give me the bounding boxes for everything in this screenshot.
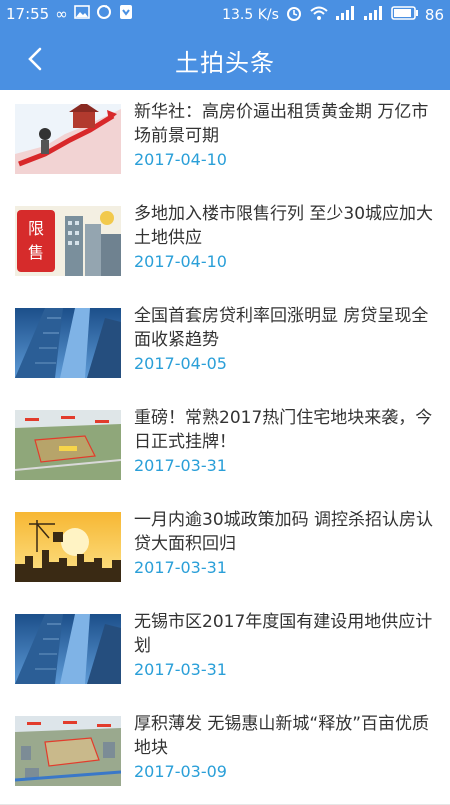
image-icon — [73, 5, 90, 23]
battery-icon — [391, 6, 419, 24]
article-item[interactable]: 一月内逾30城政策加码 调控杀招认房认贷大面积回归 2017-03-31 — [0, 498, 450, 601]
article-item[interactable]: 全国首套房贷利率回涨明显 房贷呈现全面收紧趋势 2017-04-05 — [0, 294, 450, 397]
article-date: 2017-03-09 — [134, 762, 227, 781]
article-thumbnail — [15, 614, 121, 684]
article-item[interactable]: 新华社：高房价逼出租赁黄金期 万亿市场前景可期 2017-04-10 — [0, 90, 450, 193]
article-thumbnail — [15, 716, 121, 786]
article-date: 2017-03-31 — [134, 660, 227, 679]
article-date: 2017-03-31 — [134, 558, 227, 577]
infinity-icon: ∞ — [55, 5, 68, 23]
app-bar: 土拍头条 — [0, 28, 450, 90]
svg-text:售: 售 — [28, 243, 44, 262]
article-date: 2017-04-10 — [134, 252, 227, 271]
sync-icon — [96, 4, 112, 24]
article-item[interactable]: 限 售 多地加入楼市限售行列 至少30城应加大土地供应 2017-04-10 — [0, 192, 450, 295]
wifi-icon — [309, 5, 329, 25]
article-headline: 新华社：高房价逼出租赁黄金期 万亿市场前景可期 — [134, 102, 429, 146]
article-headline: 多地加入楼市限售行列 至少30城应加大土地供应 — [134, 204, 434, 248]
article-item[interactable]: 无锡市区2017年度国有建设用地供应计划 2017-03-31 — [0, 600, 450, 703]
article-headline: 重磅！常熟2017热门住宅地块来袭，今日正式挂牌！ — [134, 408, 433, 452]
shield-icon — [118, 4, 134, 24]
time: 17:55 — [6, 5, 50, 23]
article-date: 2017-04-05 — [134, 354, 227, 373]
signal-icon — [363, 5, 385, 25]
article-date: 2017-03-31 — [134, 456, 227, 475]
svg-text:限: 限 — [28, 219, 44, 238]
article-headline: 一月内逾30城政策加码 调控杀招认房认贷大面积回归 — [134, 510, 434, 554]
signal-icon — [335, 5, 357, 25]
article-headline: 全国首套房贷利率回涨明显 房贷呈现全面收紧趋势 — [134, 306, 429, 350]
article-item[interactable]: 厚积薄发 无锡惠山新城“释放”百亩优质地块 2017-03-09 — [0, 702, 450, 805]
net-speed: 13.5 K/s — [222, 7, 279, 23]
article-headline: 厚积薄发 无锡惠山新城“释放”百亩优质地块 — [134, 714, 430, 758]
article-thumbnail — [15, 308, 121, 378]
article-thumbnail: 限 售 — [15, 206, 121, 276]
alarm-icon — [285, 4, 303, 26]
article-date: 2017-04-10 — [134, 150, 227, 169]
article-thumbnail — [15, 104, 121, 174]
status-bar: 17:55 ∞ 13.5 K/s 86 — [0, 0, 450, 28]
article-headline: 无锡市区2017年度国有建设用地供应计划 — [134, 612, 433, 656]
article-item[interactable]: 重磅！常熟2017热门住宅地块来袭，今日正式挂牌！ 2017-03-31 — [0, 396, 450, 499]
article-thumbnail — [15, 410, 121, 480]
article-thumbnail — [15, 512, 121, 582]
battery-level: 86 — [424, 6, 444, 24]
page-title: 土拍头条 — [175, 49, 275, 77]
